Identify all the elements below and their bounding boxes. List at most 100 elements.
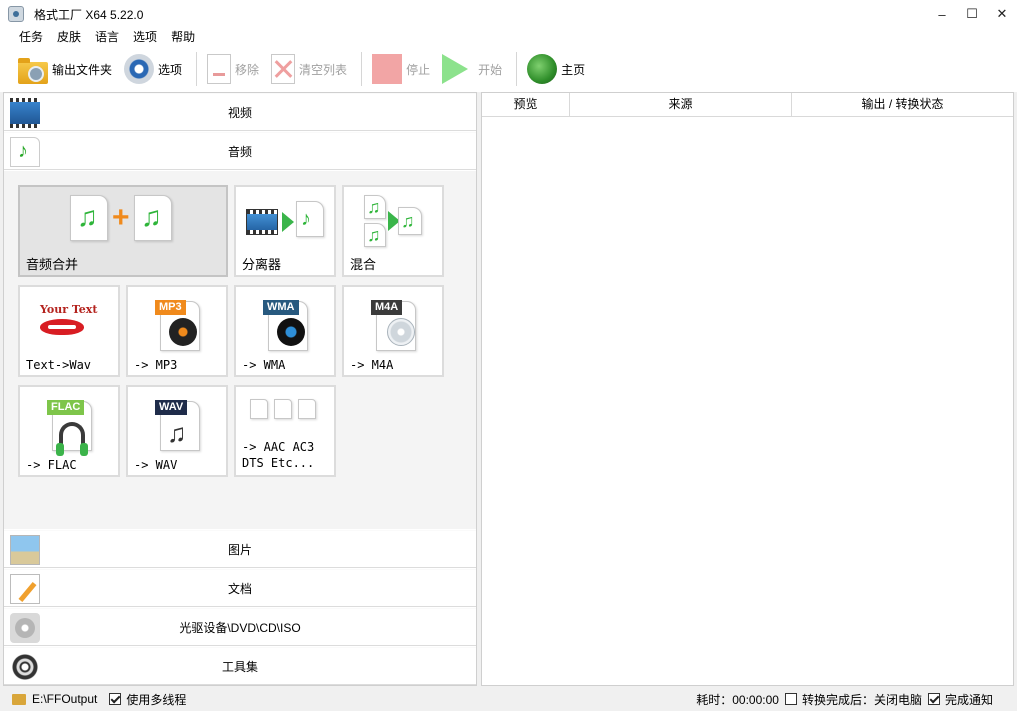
tile-other-formats-label: -> AAC AC3 DTS Etc...: [242, 440, 315, 470]
menu-language[interactable]: 语言: [88, 28, 126, 46]
tile-mix[interactable]: ♫ ♫ ♫ 混合: [342, 185, 444, 277]
category-audio[interactable]: 音频: [4, 132, 476, 170]
disc-drive-icon: [10, 613, 40, 643]
task-list-panel: 预览 来源 输出 / 转换状态: [481, 92, 1014, 686]
audio-file-icon: [10, 137, 40, 167]
multithread-label: 使用多线程: [126, 692, 187, 707]
toolbar-separator: [196, 52, 198, 86]
tile-wav[interactable]: WAV ♫ -> WAV: [126, 385, 228, 477]
mp3-badge: MP3: [155, 300, 186, 315]
toolbar-separator: [361, 52, 363, 86]
menu-skin[interactable]: 皮肤: [50, 28, 88, 46]
headphones-icon: [56, 422, 88, 456]
wav-file-icon: WAV ♫: [154, 397, 204, 453]
category-document-label: 文档: [227, 581, 252, 596]
picture-icon: [10, 535, 40, 565]
shutdown-after-convert-checkbox[interactable]: [784, 693, 797, 705]
elapsed-time: 耗时：00:00:00: [696, 692, 779, 707]
menu-help[interactable]: 帮助: [164, 28, 202, 46]
speaking-lips-icon: Your Text: [20, 287, 120, 351]
status-bar: E:\FFOutput 使用多线程 耗时：00:00:00 转换完成后：关闭电脑…: [0, 687, 1017, 711]
document-icon: [10, 574, 40, 604]
tile-m4a[interactable]: M4A -> M4A: [342, 285, 444, 377]
category-disc[interactable]: 光驱设备\DVD\CD\ISO: [4, 608, 476, 646]
flac-file-icon: FLAC: [46, 397, 96, 456]
category-audio-label: 音频: [227, 144, 252, 159]
category-picture[interactable]: 图片: [4, 530, 476, 568]
m4a-badge: M4A: [371, 300, 403, 315]
tile-flac-label: -> FLAC: [26, 458, 77, 472]
audio-merge-icon: ♫ + ♫: [70, 195, 180, 251]
multi-format-icon: [250, 397, 320, 423]
tile-splitter-label: 分离器: [242, 257, 282, 272]
options-icon: [124, 54, 155, 84]
menu-options[interactable]: 选项: [126, 28, 164, 46]
category-picture-label: 图片: [227, 542, 252, 557]
category-video[interactable]: 视频: [4, 93, 476, 131]
mix-icon: ♫ ♫ ♫: [364, 195, 424, 251]
start-button[interactable]: 开始: [438, 50, 506, 88]
tile-wma-label: -> WMA: [242, 358, 286, 372]
toolbar: 输出文件夹 选项 移除 清空列表 停止 开始 主页: [0, 46, 1017, 92]
home-button[interactable]: 主页: [523, 50, 589, 88]
audio-tools-grid: ♫ + ♫ 音频合并 ♪ 分离器 ♫ ♫ ♫ 混合 Your Text Text…: [4, 171, 476, 529]
menu-bar: 任务 皮肤 语言 选项 帮助: [0, 28, 1017, 46]
home-label: 主页: [561, 62, 586, 77]
globe-icon: [527, 54, 558, 84]
tile-wma[interactable]: WMA -> WMA: [234, 285, 336, 377]
stop-button[interactable]: 停止: [368, 50, 434, 88]
tile-mp3-label: -> MP3: [134, 358, 178, 372]
minimize-button[interactable]: –: [927, 0, 957, 28]
menu-task[interactable]: 任务: [12, 28, 50, 46]
close-button[interactable]: ✕: [987, 0, 1017, 28]
options-label: 选项: [158, 62, 183, 77]
task-table-header: 预览 来源 输出 / 转换状态: [482, 93, 1013, 117]
column-output-status[interactable]: 输出 / 转换状态: [792, 93, 1013, 116]
tile-text-to-wav-label: Text->Wav: [26, 358, 92, 372]
clear-list-button[interactable]: 清空列表: [267, 50, 351, 88]
options-button[interactable]: 选项: [120, 50, 186, 88]
tile-text-to-wav[interactable]: Your Text Text->Wav: [18, 285, 120, 377]
category-disc-label: 光驱设备\DVD\CD\ISO: [179, 620, 301, 635]
tile-splitter[interactable]: ♪ 分离器: [234, 185, 336, 277]
tile-mix-label: 混合: [350, 257, 377, 272]
task-table-body[interactable]: [482, 117, 1013, 685]
category-tools[interactable]: 工具集: [4, 647, 476, 685]
film-reel-icon: [10, 652, 40, 682]
tile-other-formats[interactable]: -> AAC AC3 DTS Etc...: [234, 385, 336, 477]
output-path[interactable]: E:\FFOutput: [32, 692, 97, 706]
output-folder-button[interactable]: 输出文件夹: [14, 50, 116, 88]
column-preview[interactable]: 预览: [482, 93, 570, 116]
play-icon: [442, 54, 469, 84]
mp3-file-icon: MP3: [154, 297, 204, 353]
notify-checkbox[interactable]: [927, 693, 940, 705]
maximize-button[interactable]: ☐: [957, 0, 987, 28]
remove-label: 移除: [235, 62, 260, 77]
wma-badge: WMA: [263, 300, 299, 315]
notify-label: 完成通知: [944, 692, 993, 707]
remove-button[interactable]: 移除: [203, 50, 263, 88]
tile-wav-label: -> WAV: [134, 458, 178, 472]
column-source[interactable]: 来源: [570, 93, 792, 116]
your-text-label: Your Text: [40, 303, 98, 316]
category-document[interactable]: 文档: [4, 569, 476, 607]
tile-audio-merge-label: 音频合并: [26, 257, 79, 272]
tile-flac[interactable]: FLAC -> FLAC: [18, 385, 120, 477]
tile-m4a-label: -> M4A: [350, 358, 394, 372]
tile-audio-merge[interactable]: ♫ + ♫ 音频合并: [18, 185, 228, 277]
stop-label: 停止: [406, 62, 431, 77]
film-icon: [10, 98, 40, 128]
shutdown-after-convert-label: 转换完成后：关闭电脑: [801, 692, 922, 707]
splitter-icon: ♪: [246, 197, 326, 247]
category-tools-label: 工具集: [221, 659, 258, 674]
m4a-file-icon: M4A: [370, 297, 420, 353]
output-folder-label: 输出文件夹: [52, 62, 113, 77]
window-title: 格式工厂 X64 5.22.0: [34, 7, 144, 22]
start-label: 开始: [478, 62, 503, 77]
tile-mp3[interactable]: MP3 -> MP3: [126, 285, 228, 377]
multithread-checkbox[interactable]: [109, 693, 122, 705]
stop-icon: [372, 54, 403, 84]
folder-icon: [18, 58, 48, 84]
remove-icon: [207, 54, 232, 84]
clear-list-label: 清空列表: [299, 62, 348, 77]
